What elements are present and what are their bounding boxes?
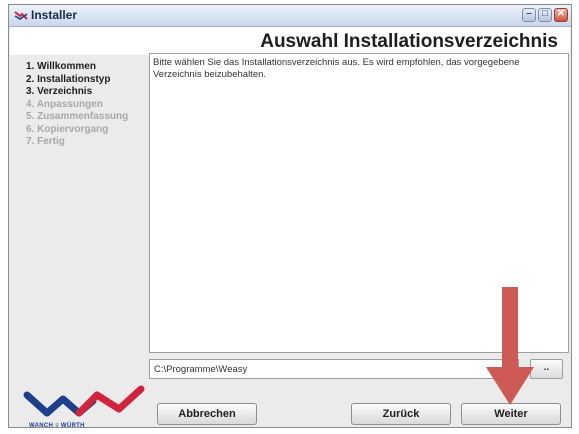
cancel-button[interactable]: Abbrechen	[157, 403, 257, 425]
installer-app-icon	[14, 11, 28, 20]
step-item: 2. Installationstyp	[26, 73, 111, 85]
step-item: 5. Zusammenfassung	[26, 111, 129, 122]
step-item: 4. Anpassungen	[26, 98, 103, 110]
page-header: Auswahl Installationsverzeichnis	[10, 27, 570, 55]
step-item-current: 3. Verzeichnis	[26, 86, 93, 97]
window-title: Installer	[31, 8, 78, 22]
logo-text: WANCH ≡ WÜRTH	[29, 423, 85, 429]
logo-mark	[23, 385, 145, 417]
back-button[interactable]: Zurück	[351, 403, 451, 425]
step-item: 7. Fertig	[26, 136, 65, 147]
step-item: 6. Kopiervorgang	[26, 123, 109, 135]
title-bar[interactable]: Installer – □ ✕	[9, 5, 571, 27]
step-list: 1. Willkommen 2. Installationstyp 3. Ver…	[26, 61, 154, 149]
minimize-icon[interactable]: –	[522, 8, 536, 22]
browse-button[interactable]: ..	[530, 359, 563, 379]
maximize-icon[interactable]: □	[538, 8, 552, 22]
page-title: Auswahl Installationsverzeichnis	[260, 31, 558, 52]
install-path-input[interactable]	[149, 359, 519, 379]
close-icon[interactable]: ✕	[554, 8, 568, 22]
annotation-arrow	[486, 287, 534, 405]
description-text: Bitte wählen Sie das Installationsverzei…	[153, 57, 520, 80]
next-button[interactable]: Weiter	[461, 403, 561, 425]
step-item: 1. Willkommen	[26, 61, 96, 72]
wanch-wurth-logo: WANCH ≡ WÜRTH	[23, 383, 147, 431]
